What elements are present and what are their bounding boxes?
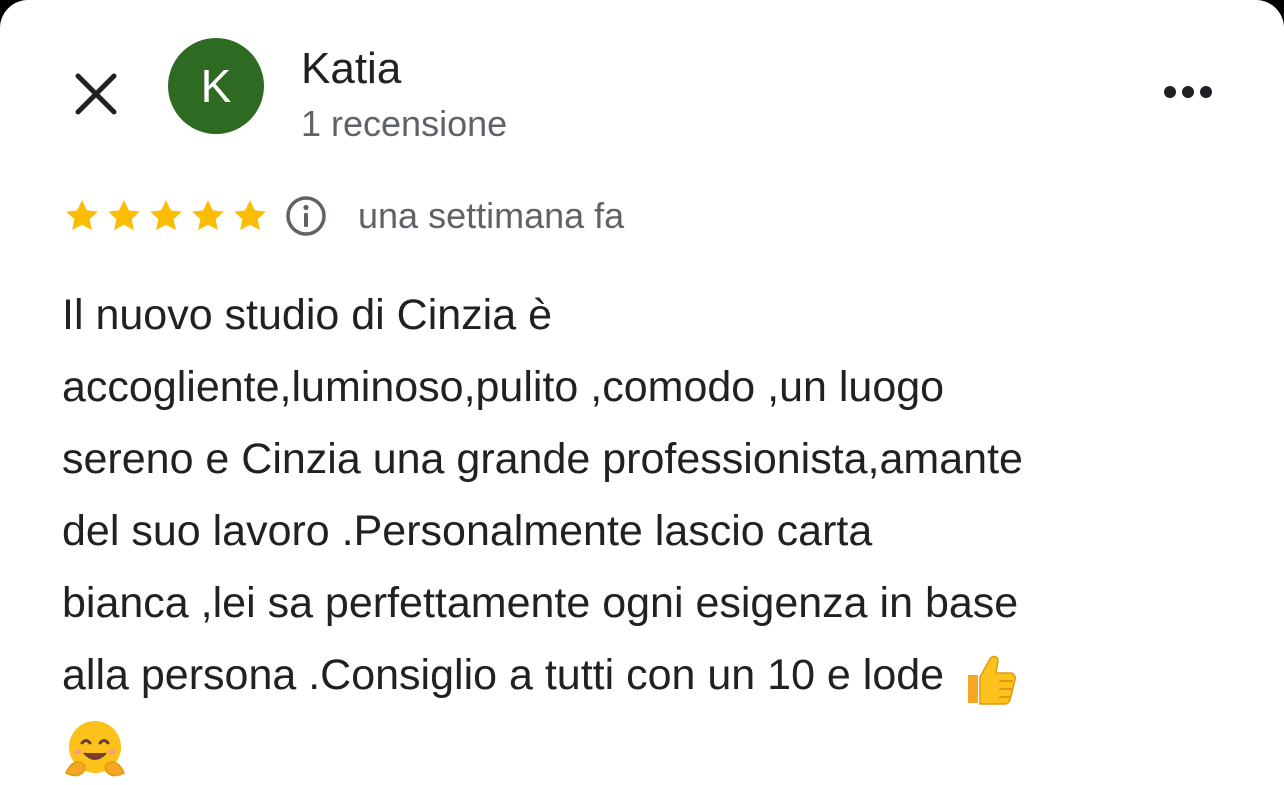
review-line: sereno e Cinzia una grande professionist… xyxy=(62,435,1023,483)
avatar[interactable]: K xyxy=(168,38,264,134)
hugging-face-icon xyxy=(65,720,125,776)
star-icon xyxy=(66,200,98,231)
star-icon xyxy=(108,200,140,231)
review-line: Il nuovo studio di Cinzia è xyxy=(62,291,553,339)
review-count[interactable]: 1 recensione xyxy=(301,103,507,145)
review-text: Il nuovo studio di Cinzia è accogliente,… xyxy=(62,279,1232,783)
review-date: una settimana fa xyxy=(358,195,625,236)
review-line: accogliente,luminoso,pulito ,comodo ,un … xyxy=(62,363,945,411)
review-line: del suo lavoro .Personalmente lascio car… xyxy=(62,507,873,555)
review-line-text: alla persona .Consiglio a tutti con un 1… xyxy=(62,651,945,699)
star-icon xyxy=(150,200,182,231)
star-rating xyxy=(62,196,272,236)
thumbs-up-icon xyxy=(968,655,1017,705)
close-icon xyxy=(75,73,117,115)
redacted-surname xyxy=(420,40,640,90)
info-icon[interactable] xyxy=(284,194,328,238)
review-line-last: alla persona .Consiglio a tutti con un 1… xyxy=(62,639,1232,711)
review-line: bianca ,lei sa perfettamente ogni esigen… xyxy=(62,579,1019,627)
close-button[interactable] xyxy=(68,66,124,122)
more-options-button[interactable] xyxy=(1158,74,1218,110)
review-sheet: K Katia 1 recensione una settimana fa Il… xyxy=(0,0,1284,785)
review-line-emoji xyxy=(62,711,1232,783)
more-horizontal-icon xyxy=(1164,86,1212,98)
rating-row: una settimana fa xyxy=(62,194,624,238)
reviewer-name[interactable]: Katia xyxy=(301,44,401,94)
star-icon xyxy=(192,200,224,231)
star-icon xyxy=(234,200,266,231)
